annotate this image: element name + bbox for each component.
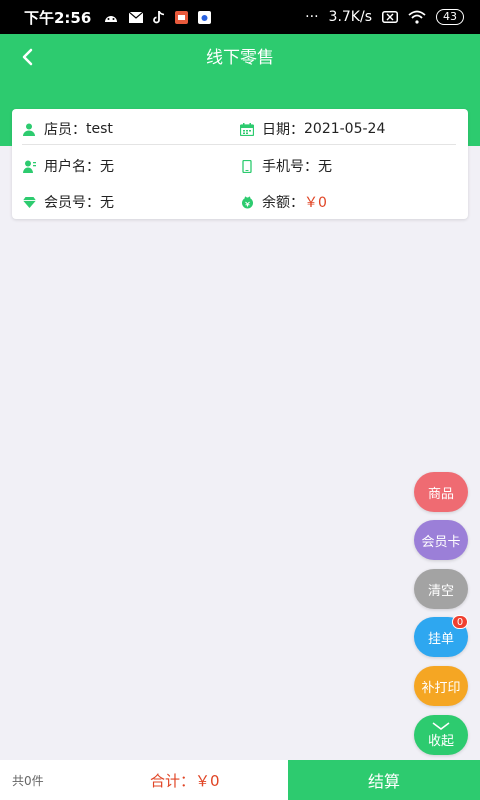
phone-icon [240, 159, 254, 173]
network-speed: 3.7K/s [328, 9, 372, 25]
tiktok-icon [153, 10, 165, 23]
balance-row: 余额： ￥0 [240, 192, 327, 212]
clear-button[interactable]: 清空 [414, 569, 468, 609]
sim-off-icon [382, 11, 398, 23]
clerk-label: 店员： [44, 122, 86, 138]
info-card: 店员： test 日期： 2021-05-24 用户名： 无 手机号： 无 会员… [12, 109, 468, 219]
username-label: 用户名： [44, 159, 100, 175]
member-value: 无 [100, 195, 114, 211]
wifi-icon [408, 10, 426, 24]
app-icon [175, 10, 189, 24]
date-row: 日期： 2021-05-24 [240, 119, 385, 139]
phone-row: 手机号： 无 [240, 156, 332, 176]
hold-count-badge: 0 [452, 615, 468, 629]
calendar-icon [240, 122, 254, 136]
chevron-down-icon [432, 721, 450, 730]
phone-label: 手机号： [262, 159, 318, 175]
goods-button[interactable]: 商品 [414, 472, 468, 512]
collapse-label: 收起 [427, 733, 454, 749]
total-amount: 合计：￥0 [150, 772, 220, 790]
person-icon [22, 122, 36, 136]
balance-label: 余额： [262, 195, 304, 211]
mail-icon [129, 11, 144, 23]
member-row: 会员号： 无 [22, 192, 114, 212]
battery-indicator: 43 [436, 9, 464, 25]
date-label: 日期： [262, 122, 304, 138]
android-icon [105, 16, 118, 22]
clerk-row: 店员： test [22, 119, 113, 139]
clerk-value: test [86, 121, 113, 137]
item-count: 共0件 [12, 774, 44, 788]
more-icon: ··· [305, 9, 319, 25]
page-title: 线下零售 [206, 48, 274, 68]
user-badge-icon [22, 159, 36, 173]
notification-icons [103, 10, 212, 24]
date-value: 2021-05-24 [304, 121, 386, 137]
status-bar: 下午2:56 ··· 3.7K/s 43 [0, 0, 480, 34]
bottom-bar: 共0件 合计：￥0 结算 [0, 760, 480, 800]
username-value: 无 [100, 159, 114, 175]
diamond-icon [22, 195, 36, 209]
checkout-button[interactable]: 结算 [288, 760, 480, 800]
hold-order-label: 挂单 [427, 631, 454, 647]
hold-order-button[interactable]: 挂单 0 [414, 615, 468, 657]
balance-value: ￥0 [304, 195, 327, 211]
member-label: 会员号： [44, 195, 100, 211]
phone-value: 无 [318, 159, 332, 175]
status-time: 下午2:56 [24, 8, 92, 27]
wallet-icon [240, 195, 254, 209]
reprint-button[interactable]: 补打印 [414, 666, 468, 706]
baidu-icon [198, 10, 212, 24]
member-card-button[interactable]: 会员卡 [414, 520, 468, 560]
status-right: ··· 3.7K/s 43 [305, 9, 464, 25]
username-row: 用户名： 无 [22, 156, 114, 176]
divider [22, 144, 456, 145]
collapse-button[interactable]: 收起 [414, 715, 468, 755]
